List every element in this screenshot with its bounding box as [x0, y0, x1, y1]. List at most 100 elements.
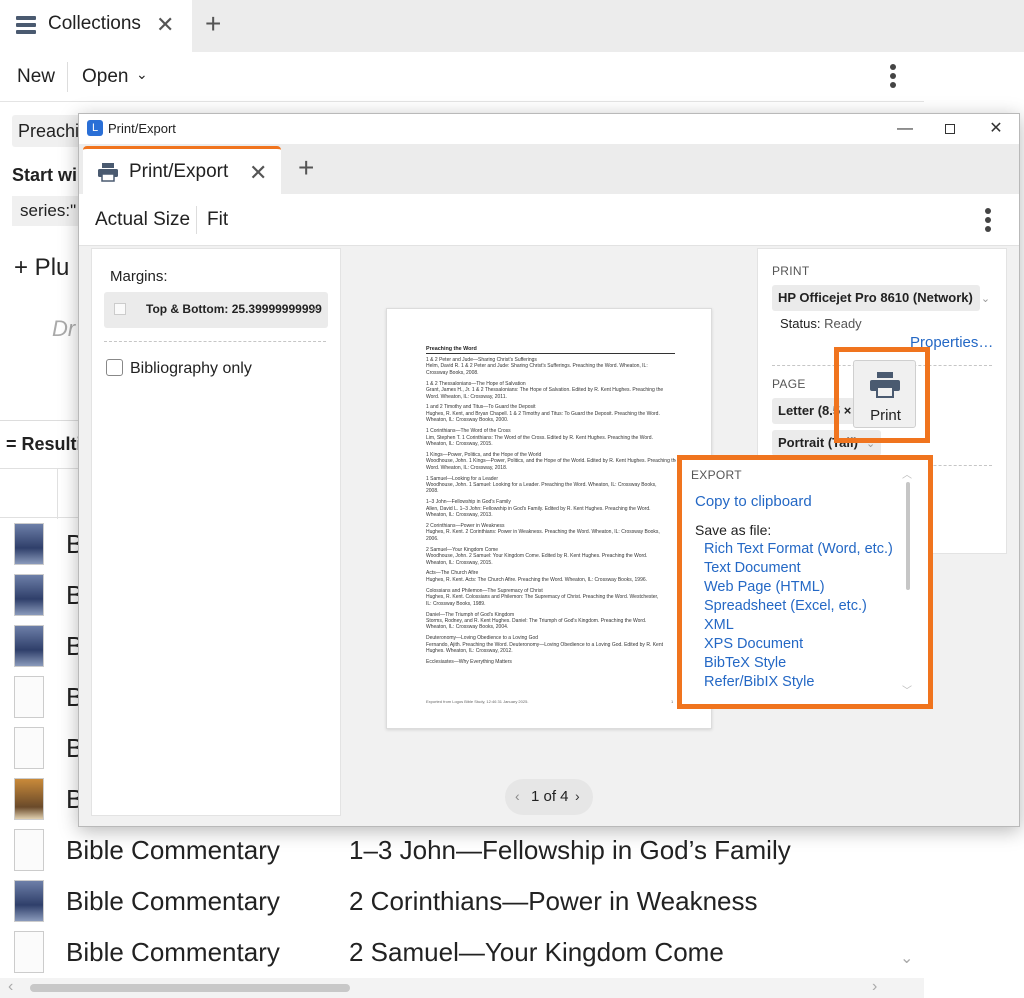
margins-value: Top & Bottom: 25.39999999999: [146, 302, 322, 316]
title-cell: 2 Corinthians—Power in Weakness: [349, 886, 758, 916]
logos-app-icon: L: [87, 120, 103, 136]
entry-citation-line: 2006.: [426, 535, 439, 542]
scroll-up-icon[interactable]: ︿: [902, 466, 912, 481]
minimize-button[interactable]: —: [885, 117, 925, 141]
status-label: Status:: [780, 316, 821, 331]
add-tab-icon[interactable]: +: [298, 152, 314, 184]
entry-citation-line: Hughes, R. Kent. Colossians and Philemon…: [426, 594, 659, 601]
close-window-button[interactable]: ✕: [976, 117, 1016, 141]
rule-field[interactable]: series:": [12, 196, 82, 226]
bibliography-entry: 1–3 John—Fellowship in God's Family Allen…: [426, 499, 676, 518]
printer-name: HP Officejet Pro 8610 (Network): [778, 290, 973, 305]
status-value: Ready: [824, 316, 862, 331]
entry-citation-line: Word. Wheaton, IL: Crossway, 2018.: [426, 464, 508, 471]
bibliography-only-checkbox[interactable]: [106, 359, 123, 376]
bibliography-only-label[interactable]: Bibliography only: [130, 360, 252, 378]
divider: [104, 341, 326, 342]
series-cell: Bible Commentary: [66, 886, 280, 916]
printer-status: Status: Ready: [780, 316, 862, 331]
book-cover-thumbnail: [14, 931, 44, 973]
scrollbar-thumb[interactable]: [30, 984, 350, 992]
more-options-icon[interactable]: [985, 208, 993, 235]
entry-citation-line: Word. Wheaton, IL: Crossway, 2011.: [426, 393, 507, 400]
results-heading: = Resulti: [6, 434, 82, 454]
bibliography-entry: Acts—The Church Afire Hughes, R. Kent. Ac…: [426, 570, 676, 583]
chevron-right-icon[interactable]: ›: [872, 978, 877, 996]
bg-toolbar: New Open ⌄: [0, 52, 924, 102]
entry-citation-line: Wheaton, IL: Crossway Books, 2000.: [426, 417, 509, 424]
start-with-label: Start wi: [12, 165, 78, 185]
entry-citation-line: Crossway Books, 2008.: [426, 369, 479, 376]
entry-citation-line: Hughes, R. Kent. 2 Corinthians: Power in…: [426, 529, 660, 536]
entry-citation-line: Woodhouse, John. 1 Kings—Power, Politics…: [426, 458, 676, 465]
entry-citation-line: Helm, David R. 1 & 2 Peter and Jude: Sha…: [426, 363, 648, 370]
previous-page-icon[interactable]: ‹: [515, 788, 520, 804]
bibliography-entry: 2 Corinthians—Power in Weakness Hughes, R…: [426, 523, 676, 542]
page-section-label: PAGE: [772, 377, 806, 391]
tab-print-export[interactable]: Print/Export ✕: [83, 146, 281, 194]
table-row[interactable]: Bible Commentary 1–3 John—Fellowship in G…: [0, 825, 924, 876]
copy-to-clipboard-link[interactable]: Copy to clipboard: [695, 493, 812, 510]
dialog-toolbar: Actual Size Fit: [79, 194, 1019, 246]
scroll-down-icon[interactable]: ﹀: [902, 682, 912, 697]
book-cover-thumbnail: [14, 523, 44, 565]
bibliography-entry: 1 & 2 Peter and Jude—Sharing Christ's Su…: [426, 357, 676, 376]
open-button[interactable]: Open: [82, 66, 128, 88]
table-row[interactable]: Bible Commentary 2 Samuel—Your Kingdom Co…: [0, 927, 924, 978]
page-indicator: 1 of 4: [531, 788, 569, 805]
printer-icon: [98, 163, 118, 182]
book-cover-thumbnail: [14, 880, 44, 922]
page-footer: Exported from Logos Bible Study, 12:46 3…: [426, 699, 529, 704]
export-format-link[interactable]: Web Page (HTML): [704, 578, 893, 597]
export-format-link[interactable]: Refer/BibIX Style: [704, 673, 893, 692]
maximize-button[interactable]: [930, 117, 970, 141]
table-row[interactable]: Bible Commentary 2 Corinthians—Power in W…: [0, 876, 924, 927]
export-format-link[interactable]: Rich Text Format (Word, etc.): [704, 540, 893, 559]
next-page-icon[interactable]: ›: [575, 788, 580, 804]
margins-checkbox[interactable]: [114, 303, 126, 315]
bibliography-entry: Ecclesiastes—Why Everything Matters: [426, 659, 676, 665]
bibliography-entry: 1 and 2 Timothy and Titus—To Guard the D…: [426, 404, 676, 423]
close-icon[interactable]: ✕: [156, 12, 174, 38]
bibliography-entry: 1 & 2 Thessalonians—The Hope of Salvatio…: [426, 381, 676, 400]
book-cover-thumbnail: [14, 829, 44, 871]
export-format-link[interactable]: XPS Document: [704, 635, 893, 654]
entry-citation-line: Woodhouse, John. 2 Samuel: Your Kingdom …: [426, 553, 648, 560]
divider: [67, 62, 68, 92]
entry-citation-line: Wheaton, IL: Crossway Books, 2004.: [426, 624, 509, 631]
book-cover-thumbnail: [14, 574, 44, 616]
entry-citation-line: Hughes, R. Kent. Acts: The Church Afire.…: [426, 576, 648, 583]
horizontal-scrollbar[interactable]: ‹ ›: [0, 978, 924, 998]
series-cell: Bible Commentary: [66, 937, 280, 967]
export-format-link[interactable]: Spreadsheet (Excel, etc.): [704, 597, 893, 616]
margins-dropdown[interactable]: Top & Bottom: 25.39999999999 ⌄: [104, 292, 328, 328]
export-format-link[interactable]: Text Document: [704, 559, 893, 578]
page-navigator: ‹ 1 of 4 ›: [505, 779, 593, 815]
actual-size-button[interactable]: Actual Size: [95, 209, 190, 231]
title-bar: L Print/Export — ✕: [79, 114, 1019, 144]
entry-citation-line: Grant, James H., Jr. 1 & 2 Thessalonians…: [426, 387, 664, 394]
chevron-down-icon: ⌄: [980, 293, 991, 305]
export-scrollbar[interactable]: [906, 482, 910, 590]
export-format-link[interactable]: BibTeX Style: [704, 654, 893, 673]
new-button[interactable]: New: [17, 66, 55, 88]
fit-button[interactable]: Fit: [207, 209, 228, 231]
add-tab-icon[interactable]: +: [205, 8, 221, 40]
close-icon[interactable]: ✕: [249, 160, 267, 186]
tab-title: Print/Export: [129, 161, 229, 182]
bg-tab-collections[interactable]: Collections ✕: [0, 0, 192, 52]
entry-citation-line: Hughes. Wheaton, IL: Crossway, 2012.: [426, 648, 513, 655]
chevron-down-icon[interactable]: ⌄: [136, 66, 148, 83]
chevron-down-icon[interactable]: ⌄: [900, 948, 913, 968]
chevron-left-icon[interactable]: ‹: [8, 978, 13, 996]
add-rule-button[interactable]: + Plu: [14, 254, 69, 282]
more-options-icon[interactable]: [890, 64, 900, 91]
export-format-link[interactable]: XML: [704, 616, 893, 635]
dialog-tab-bar: Print/Export ✕ +: [79, 144, 1019, 194]
bg-tab-bar: Collections ✕ +: [0, 0, 1024, 52]
entry-citation-line: Wheaton, IL: Crossway, 2015.: [426, 559, 493, 566]
export-section-label: EXPORT: [691, 468, 742, 482]
printer-dropdown[interactable]: HP Officejet Pro 8610 (Network) ⌄: [772, 285, 990, 311]
print-button[interactable]: Print: [853, 360, 916, 428]
book-cover-thumbnail: [14, 625, 44, 667]
